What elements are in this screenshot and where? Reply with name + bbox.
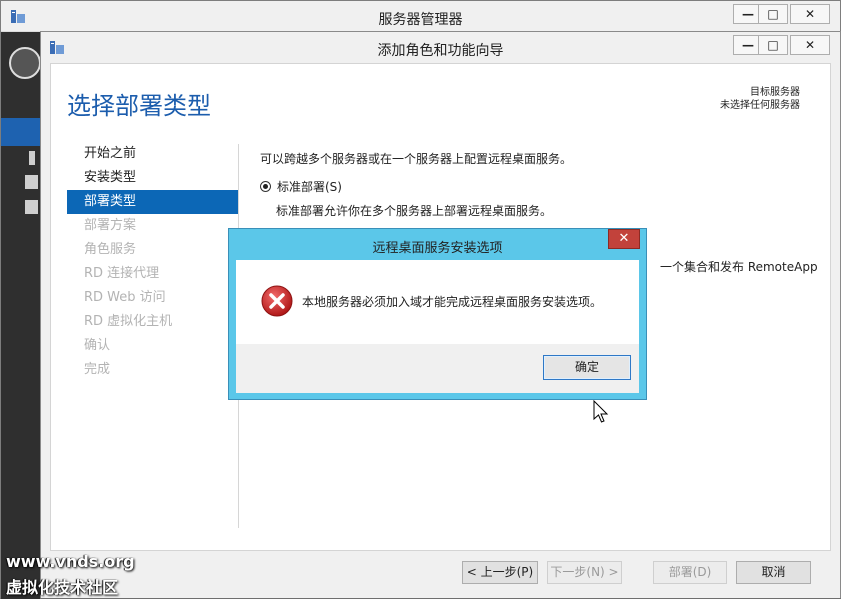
step-before-you-begin[interactable]: 开始之前 <box>67 142 238 166</box>
intro-text: 可以跨越多个服务器或在一个服务器上配置远程桌面服务。 <box>260 152 573 166</box>
partial-option-description: 一个集合和发布 RemoteApp <box>660 260 818 274</box>
outer-close-button[interactable]: ✕ <box>790 4 830 24</box>
sidebar-item-all-servers-icon[interactable] <box>25 175 38 189</box>
standard-deployment-description: 标准部署允许你在多个服务器上部署远程桌面服务。 <box>276 204 553 218</box>
sidebar-item-local-server-icon[interactable] <box>29 151 35 165</box>
rds-error-dialog: 远程桌面服务安装选项 ✕ 本地服务器必须加入域才能完成远程桌面服务安装选项。 确… <box>228 228 647 400</box>
error-icon <box>261 285 293 317</box>
deploy-button: 部署(D) <box>653 561 727 584</box>
dialog-button-bar: 确定 <box>236 344 639 393</box>
step-rd-virtualization-host: RD 虚拟化主机 <box>84 314 173 329</box>
wizard-footer: < 上一步(P) 下一步(N) > 部署(D) 取消 <box>41 551 840 598</box>
watermark-url: www.vnds.org <box>6 552 135 571</box>
ok-button[interactable]: 确定 <box>543 355 631 380</box>
server-manager-titlebar[interactable]: 服务器管理器 — □ ✕ <box>1 1 840 32</box>
wizard-maximize-button[interactable]: □ <box>758 35 788 55</box>
wizard-title: 添加角色和功能向导 <box>377 43 504 59</box>
sidebar-item-file-services-icon[interactable] <box>25 200 38 214</box>
server-manager-title: 服务器管理器 <box>378 12 463 28</box>
cancel-button[interactable]: 取消 <box>736 561 811 584</box>
step-confirmation: 确认 <box>84 338 111 353</box>
dialog-message: 本地服务器必须加入域才能完成远程桌面服务安装选项。 <box>302 295 603 309</box>
target-server-label: 目标服务器 未选择任何服务器 <box>720 86 800 112</box>
wizard-steps-nav: 开始之前 安装类型 部署类型 部署方案 角色服务 RD 连接代理 RD Web … <box>67 142 238 382</box>
step-rd-connection-broker: RD 连接代理 <box>84 266 160 281</box>
target-server-heading: 目标服务器 <box>750 87 800 98</box>
previous-button[interactable]: < 上一步(P) <box>462 561 538 584</box>
standard-deployment-option[interactable]: 标准部署(S) <box>260 178 342 195</box>
standard-deployment-label: 标准部署(S) <box>277 180 342 194</box>
step-installation-type[interactable]: 安装类型 <box>67 166 238 190</box>
back-arrow-icon[interactable] <box>9 47 41 79</box>
dialog-client: 本地服务器必须加入域才能完成远程桌面服务安装选项。 确定 <box>236 260 639 393</box>
dialog-close-button[interactable]: ✕ <box>608 229 640 249</box>
mouse-cursor-icon <box>593 400 609 423</box>
step-role-services: 角色服务 <box>84 242 137 257</box>
page-title: 选择部署类型 <box>67 92 211 120</box>
outer-maximize-button[interactable]: □ <box>758 4 788 24</box>
wizard-titlebar[interactable]: 添加角色和功能向导 — □ ✕ <box>41 32 840 62</box>
step-deployment-type[interactable]: 部署类型 <box>67 190 238 214</box>
server-manager-sidebar <box>1 32 41 599</box>
dialog-title: 远程桌面服务安装选项 <box>372 241 503 256</box>
wizard-content: 可以跨越多个服务器或在一个服务器上配置远程桌面服务。 标准部署(S) 标准部署允… <box>260 150 820 218</box>
wizard-close-button[interactable]: ✕ <box>790 35 830 55</box>
sidebar-item-dashboard[interactable] <box>1 118 40 146</box>
step-results: 完成 <box>84 362 111 377</box>
watermark-community: 虚拟化技术社区 <box>6 578 119 597</box>
standard-deployment-radio[interactable] <box>260 181 271 192</box>
step-deployment-scenario: 部署方案 <box>84 218 137 233</box>
target-server-value: 未选择任何服务器 <box>720 100 800 111</box>
next-button: 下一步(N) > <box>547 561 622 584</box>
step-rd-web-access: RD Web 访问 <box>84 290 166 305</box>
